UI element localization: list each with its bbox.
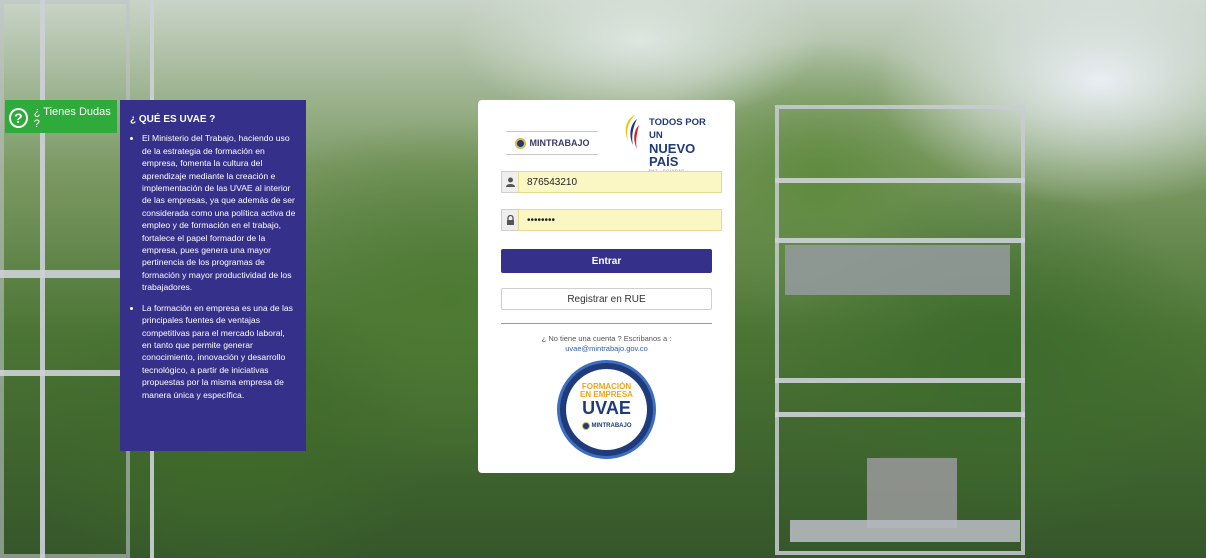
scaffold-bar xyxy=(775,412,1025,417)
username-input[interactable]: 876543210 xyxy=(518,171,722,193)
scaffold-platform xyxy=(785,245,1010,295)
username-field: 876543210 xyxy=(501,171,722,193)
lock-icon xyxy=(501,209,518,231)
no-account-text: ¿ No tiene una cuenta ? Escribanos a : u… xyxy=(478,334,735,354)
badge-line3: UVAE xyxy=(582,398,631,418)
badge-mintrabajo: MINTRABAJO xyxy=(576,422,637,430)
scaffold-bar xyxy=(0,370,120,376)
todos-por-un-nuevo-pais-logo: TODOS POR UN NUEVO PAÍS PAZ · EQUIDAD · … xyxy=(621,113,715,179)
scaffold-bar xyxy=(775,178,1025,183)
contact-email-link[interactable]: uvae@mintrabajo.gov.co xyxy=(478,344,735,354)
mintrabajo-logo-text: MINTRABAJO xyxy=(529,138,590,148)
divider xyxy=(501,323,712,324)
scaffold-block xyxy=(867,458,957,528)
coat-of-arms-icon xyxy=(581,422,590,430)
todos-logo-line1: TODOS POR UN xyxy=(649,117,706,141)
password-field: •••••••• xyxy=(501,209,722,231)
scaffold-base xyxy=(790,520,1020,542)
badge-line4: MINTRABAJO xyxy=(591,423,632,429)
todos-logo-line2: NUEVO PAÍS xyxy=(649,141,696,169)
question-icon: ? xyxy=(9,108,28,128)
scaffold-bar xyxy=(775,238,1025,243)
mintrabajo-logo: MINTRABAJO xyxy=(506,131,598,155)
help-label: ¿ Tienes Dudas ? xyxy=(33,106,111,130)
todos-por-un-nuevo-pais-icon xyxy=(625,115,639,149)
help-tab[interactable]: ? ¿ Tienes Dudas ? xyxy=(5,100,117,133)
info-panel: ¿ QUÉ ES UVAE ? El Ministerio del Trabaj… xyxy=(120,100,306,451)
user-icon xyxy=(501,171,518,193)
info-list: El Ministerio del Trabajo, haciendo uso … xyxy=(130,132,296,401)
register-rue-button[interactable]: Registrar en RUE xyxy=(501,288,712,310)
scaffold-pole xyxy=(40,0,45,558)
info-item: El Ministerio del Trabajo, haciendo uso … xyxy=(142,132,296,293)
info-title: ¿ QUÉ ES UVAE ? xyxy=(130,114,216,125)
scaffold-left xyxy=(0,0,130,558)
no-account-label: ¿ No tiene una cuenta ? Escribanos a : xyxy=(541,334,672,343)
scaffold-bar xyxy=(775,378,1025,383)
password-input[interactable]: •••••••• xyxy=(518,209,722,231)
info-item: La formación en empresa es una de las pr… xyxy=(142,302,296,401)
uvae-badge-logo: FORMACIÓN EN EMPRESA UVAE MINTRABAJO xyxy=(557,360,656,459)
scaffold-bar xyxy=(0,270,120,278)
enter-button[interactable]: Entrar xyxy=(501,249,712,273)
coat-of-arms-icon xyxy=(514,137,526,149)
login-card: MINTRABAJO TODOS POR UN NUEVO PAÍS PAZ ·… xyxy=(478,100,735,473)
